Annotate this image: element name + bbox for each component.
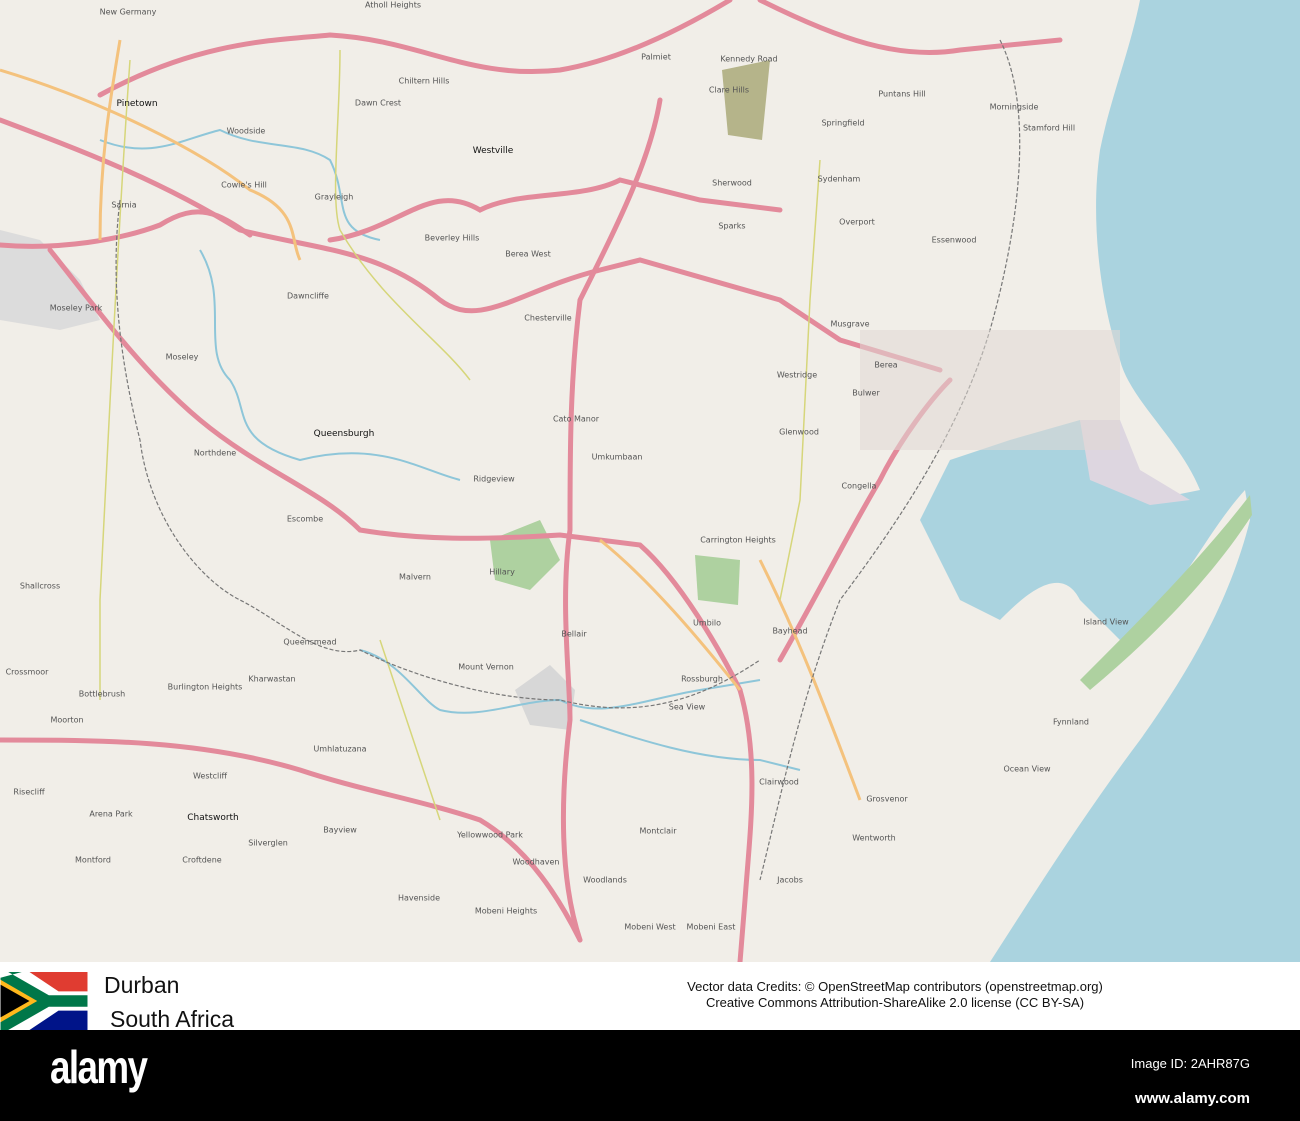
park-hillary	[490, 520, 560, 590]
country-name: South Africa	[110, 1006, 235, 1032]
place-label: Croftdene	[182, 855, 222, 865]
place-label: Cowie's Hill	[221, 180, 267, 190]
place-label: Sydenham	[817, 174, 861, 184]
image-id: Image ID: 2AHR87G	[1130, 1056, 1250, 1071]
place-label: Overport	[839, 217, 875, 227]
place-label: Queensburgh	[313, 429, 375, 439]
place-label: Grayleigh	[314, 192, 354, 202]
place-label: Kharwastan	[248, 674, 296, 684]
place-label: Jacobs	[777, 875, 803, 885]
place-label: Sherwood	[712, 178, 752, 188]
place-label: Umkumbaan	[591, 452, 643, 462]
place-label: Risecliff	[13, 787, 45, 797]
place-label: Westridge	[776, 370, 818, 380]
place-label: Montford	[75, 855, 111, 865]
place-label: Havenside	[397, 893, 441, 903]
place-label: Yellowwood Park	[457, 830, 523, 840]
place-label: Cato Manor	[552, 414, 600, 424]
place-label: Sparks	[718, 221, 746, 231]
credit-line: Vector data Credits: © OpenStreetMap con…	[687, 979, 1103, 994]
place-label: Westcliff	[192, 771, 228, 781]
place-label: Stamford Hill	[1022, 123, 1076, 133]
place-label: Chiltern Hills	[398, 76, 450, 86]
place-label: Clare Hills	[708, 85, 750, 95]
place-label: Rossburgh	[681, 674, 723, 684]
place-label: Essenwood	[931, 235, 977, 245]
alamy-logo: alamy	[50, 1041, 148, 1093]
place-label: Grosvenor	[866, 794, 908, 804]
place-label: Kennedy Road	[720, 54, 778, 64]
place-label: Carrington Heights	[700, 535, 776, 545]
motorways	[0, 0, 1063, 962]
place-label: Palmiet	[641, 52, 671, 62]
place-label: Beverley Hills	[424, 233, 480, 243]
place-label: Woodhaven	[512, 857, 560, 867]
place-label: Malvern	[399, 572, 431, 582]
place-label: Morningside	[989, 102, 1039, 112]
place-label: Berea West	[505, 249, 551, 259]
primary-roads	[0, 39, 862, 801]
place-label: Woodside	[226, 126, 266, 136]
map-canvas[interactable]: Pinetown Westville Woodside Cowie's Hill…	[0, 0, 1300, 962]
south-africa-flag-icon	[0, 972, 88, 1030]
place-label: Island View	[1083, 617, 1129, 627]
place-label: Bayhead	[772, 626, 808, 636]
place-label: Moseley	[165, 352, 199, 362]
website-link[interactable]: www.alamy.com	[1135, 1090, 1250, 1107]
place-label: Mobeni East	[686, 922, 736, 932]
place-label: Crossmoor	[5, 667, 49, 677]
place-label: Glenwood	[779, 427, 819, 437]
place-label: New Germany	[99, 7, 157, 17]
place-label: Ocean View	[1003, 764, 1051, 774]
place-label: Bellair	[561, 629, 587, 639]
city-name: Durban	[104, 972, 180, 998]
place-label: Moseley Park	[49, 303, 103, 313]
park-clare-hills	[722, 60, 770, 140]
place-label: Queensmead	[283, 637, 337, 647]
watermark-footer: alamy Image ID: 2AHR87G www.alamy.com	[0, 1030, 1300, 1121]
place-label: Fynnland	[1052, 717, 1090, 727]
place-label: Dawn Crest	[354, 98, 402, 108]
place-label: Bottlebrush	[78, 689, 126, 699]
place-label: Mobeni West	[624, 922, 676, 932]
place-label: Dawncliffe	[287, 291, 329, 301]
place-label: Sea View	[668, 702, 706, 712]
park-stellawood	[695, 555, 740, 605]
place-label: Ridgeview	[473, 474, 515, 484]
place-label: Bulwer	[852, 388, 880, 398]
place-label: Arena Park	[89, 809, 133, 819]
license-line: Creative Commons Attribution-ShareAlike …	[705, 995, 1085, 1010]
place-label: Hillary	[489, 567, 515, 577]
place-label: Shallcross	[19, 581, 61, 591]
place-label: Montclair	[639, 826, 677, 836]
place-label: Umhlatuzana	[313, 744, 367, 754]
place-label: Clairwood	[759, 777, 799, 787]
place-label: Westville	[472, 146, 514, 156]
place-label: Congella	[841, 481, 877, 491]
place-label: Musgrave	[830, 319, 870, 329]
place-label: Silverglen	[248, 838, 288, 848]
place-label: Atholl Heights	[364, 0, 422, 10]
place-label: Springfield	[821, 118, 865, 128]
place-label: Pinetown	[116, 99, 158, 109]
city-centre-area	[860, 330, 1120, 450]
place-label: Wentworth	[852, 833, 896, 843]
place-label: Mount Vernon	[458, 662, 514, 672]
place-label: Mobeni Heights	[474, 906, 538, 916]
place-label: Chatsworth	[187, 813, 239, 823]
place-label: Burlington Heights	[167, 682, 243, 692]
place-label: Chesterville	[524, 313, 572, 323]
place-label: Umbilo	[692, 618, 722, 628]
secondary-roads	[99, 49, 821, 821]
place-label: Moorton	[50, 715, 84, 725]
place-label: Northdene	[193, 448, 237, 458]
caption-band: Durban South Africa Vector data Credits:…	[0, 962, 1300, 1032]
place-label: Berea	[874, 360, 898, 370]
place-label: Escombe	[286, 514, 324, 524]
place-label: Woodlands	[583, 875, 627, 885]
place-label: Sarnia	[111, 200, 137, 210]
place-label: Puntans Hill	[878, 89, 926, 99]
place-label: Bayview	[323, 825, 357, 835]
